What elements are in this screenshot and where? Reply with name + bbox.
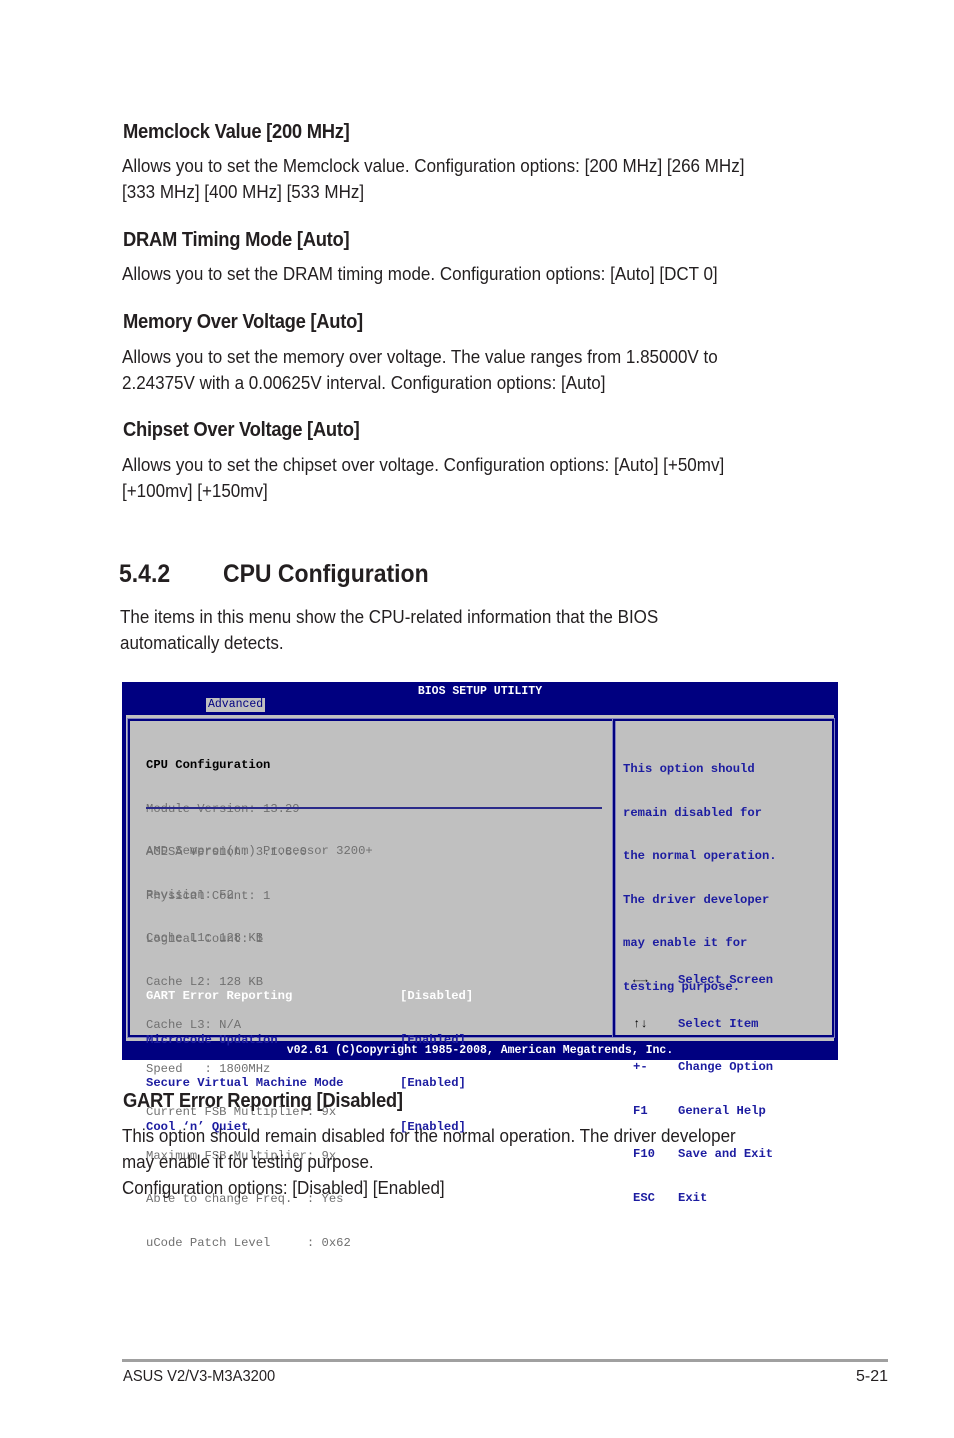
key-exit: ESC Exit xyxy=(633,1191,773,1206)
key-name: ESC xyxy=(633,1190,655,1205)
info-revision: Revision: F2 xyxy=(146,887,234,902)
bios-screen: BIOS SETUP UTILITY Advanced CPU Configur… xyxy=(122,682,838,1250)
gart-desc-line3: Configuration options: [Disabled] [Enabl… xyxy=(122,1177,445,1198)
option-value[interactable]: [Disabled] xyxy=(400,989,473,1004)
help-line: the normal operation. xyxy=(623,849,777,863)
option-label: Secure Virtual Machine Mode xyxy=(146,1076,344,1090)
option-value[interactable]: [Enabled] xyxy=(400,1076,466,1091)
help-line: The driver developer xyxy=(623,892,770,907)
up-down-arrows-icon: ↑↓ xyxy=(633,1016,648,1031)
key-select-screen: ←→ Select Screen xyxy=(633,973,773,988)
dram-timing-desc: Allows you to set the DRAM timing mode. … xyxy=(122,263,718,284)
bios-title: BIOS SETUP UTILITY xyxy=(417,685,543,698)
footer-rule xyxy=(122,1359,888,1362)
tab-advanced[interactable]: Advanced xyxy=(206,698,266,712)
section-number: 5.4.2 xyxy=(119,560,171,588)
key-name: +- xyxy=(633,1060,648,1074)
footer-page-number: 5-21 xyxy=(855,1368,888,1385)
key-action: Exit xyxy=(678,1190,708,1205)
gart-heading: GART Error Reporting [Disabled] xyxy=(123,1090,403,1112)
memory-voltage-heading: Memory Over Voltage [Auto] xyxy=(123,311,363,333)
memory-voltage-desc-line2: 2.24375V with a 0.00625V interval. Confi… xyxy=(122,372,606,393)
info-cache-l1: Cache L1: 128 KB xyxy=(146,931,264,945)
section-heading: 5.4.2 CPU Configuration xyxy=(119,560,429,589)
key-change-option: +- Change Option xyxy=(633,1060,773,1075)
help-line: This option should xyxy=(623,762,755,776)
key-action: Save and Exit xyxy=(678,1147,774,1161)
bios-body: CPU Configuration Module Version: 13.29 … xyxy=(126,715,834,1250)
key-select-item: ↑↓ Select Item xyxy=(633,1017,773,1032)
option-label: GART Error Reporting xyxy=(146,989,293,1003)
option-gart-error-reporting[interactable]: GART Error Reporting [Disabled] xyxy=(146,989,473,1004)
section-intro-line1: The items in this menu show the CPU-rela… xyxy=(120,606,659,627)
memclock-desc-line1: Allows you to set the Memclock value. Co… xyxy=(122,155,745,176)
memclock-desc-line2: [333 MHz] [400 MHz] [533 MHz] xyxy=(122,181,365,202)
left-right-arrows-icon: ←→ xyxy=(633,973,648,987)
section-intro-line2: automatically detects. xyxy=(120,632,284,653)
chipset-voltage-desc-line2: [+100mv] [+150mv] xyxy=(122,480,268,501)
panel-title: CPU Configuration xyxy=(146,758,271,772)
key-action: Select Screen xyxy=(678,973,774,987)
memory-voltage-desc-line1: Allows you to set the memory over voltag… xyxy=(122,346,718,367)
chipset-voltage-heading: Chipset Over Voltage [Auto] xyxy=(123,419,360,441)
key-name: F1 xyxy=(633,1103,648,1118)
help-panel: This option should remain disabled for t… xyxy=(613,719,834,1205)
gart-desc-line1: This option should remain disabled for t… xyxy=(122,1125,736,1146)
settings-panel: CPU Configuration Module Version: 13.29 … xyxy=(128,719,615,1250)
key-save-exit: F10 Save and Exit xyxy=(633,1147,773,1162)
dram-timing-heading: DRAM Timing Mode [Auto] xyxy=(123,229,350,251)
key-action: Change Option xyxy=(678,1060,774,1074)
key-action: Select Item xyxy=(678,1016,759,1031)
memclock-heading: Memclock Value [200 MHz] xyxy=(123,121,350,143)
help-line: remain disabled for xyxy=(623,805,762,820)
gart-desc-line2: may enable it for testing purpose. xyxy=(122,1151,374,1172)
key-name: F10 xyxy=(633,1147,655,1161)
bios-copyright: v02.61 (C)Copyright 1985-2008, American … xyxy=(286,1044,674,1057)
key-action: General Help xyxy=(678,1103,766,1118)
key-legend: ←→ Select Screen ↑↓ Select Item +- Change O… xyxy=(633,944,773,1234)
chipset-voltage-desc-line1: Allows you to set the chipset over volta… xyxy=(122,454,725,475)
option-secure-virtual-machine[interactable]: Secure Virtual Machine Mode [Enabled] xyxy=(146,1076,473,1091)
divider xyxy=(146,807,602,809)
footer-product: ASUS V2/V3-M3A3200 xyxy=(123,1368,276,1385)
section-title: CPU Configuration xyxy=(222,560,429,588)
info-processor: AMD Sempron(tm) Processor 3200+ xyxy=(146,844,373,858)
key-general-help: F1 General Help xyxy=(633,1104,773,1119)
info-ucode-patch: uCode Patch Level : 0x62 xyxy=(146,1235,351,1250)
